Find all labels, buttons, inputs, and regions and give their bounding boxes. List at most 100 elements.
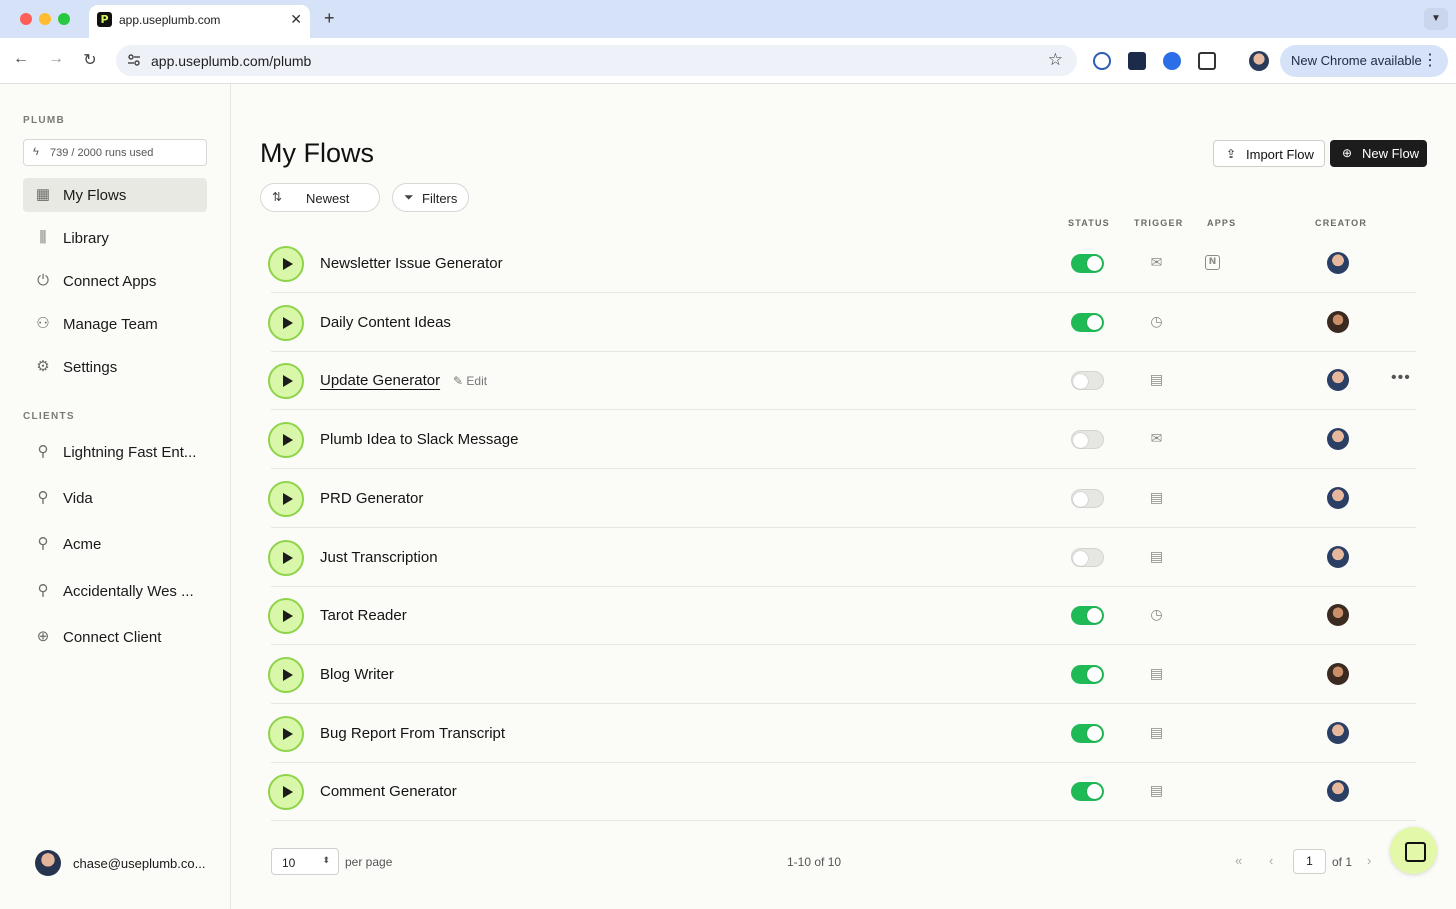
gear-icon: ⚙	[36, 358, 50, 375]
play-flow-button[interactable]	[268, 539, 304, 576]
play-flow-button[interactable]	[268, 422, 304, 459]
table-row[interactable]: PRD Generator ▤	[268, 469, 1416, 528]
status-toggle[interactable]	[1071, 312, 1104, 332]
table-row[interactable]: Bug Report From Transcript ▤	[268, 704, 1416, 763]
sidebar-item-settings[interactable]: ⚙ Settings	[23, 350, 207, 384]
play-flow-button[interactable]	[268, 715, 304, 752]
email-icon: ✉	[1150, 254, 1163, 270]
extension-icon[interactable]	[1093, 52, 1111, 70]
minimize-window-button[interactable]	[39, 13, 51, 25]
flow-name[interactable]: Daily Content Ideas	[320, 314, 451, 331]
flow-name[interactable]: PRD Generator	[320, 490, 423, 507]
sort-dropdown[interactable]: ⇅ Newest	[260, 183, 380, 212]
close-window-button[interactable]	[20, 13, 32, 25]
sidebar-item-label: Library	[63, 230, 109, 247]
page-number-input[interactable]: 1	[1293, 849, 1326, 874]
chevron-updown-icon: ⬍	[322, 855, 330, 865]
client-label: Vida	[63, 490, 93, 507]
tab-search-chevron-icon[interactable]: ▼	[1424, 8, 1448, 30]
sidebar-item-library[interactable]: ⫼ Library	[23, 221, 207, 255]
next-page-icon[interactable]: ›	[1367, 853, 1371, 868]
clock-icon: ◷	[1150, 312, 1163, 329]
import-flow-button[interactable]: ⇪ Import Flow	[1213, 140, 1325, 167]
user-icon: ⚲	[37, 443, 49, 460]
flow-name[interactable]: Bug Report From Transcript	[320, 725, 505, 742]
status-toggle[interactable]	[1071, 254, 1104, 273]
flow-name[interactable]: Comment Generator	[320, 783, 457, 800]
status-toggle[interactable]	[1071, 430, 1104, 450]
workspace-label: PLUMB	[23, 115, 66, 126]
avatar	[35, 850, 61, 876]
table-row[interactable]: Blog Writer ▤	[268, 645, 1416, 704]
team-icon: ⚇	[36, 315, 50, 332]
extension-check-icon[interactable]	[1163, 52, 1181, 70]
table-row[interactable]: Daily Content Ideas ◷	[268, 293, 1416, 352]
sidebar-item-my-flows[interactable]: ▦ My Flows	[23, 178, 207, 212]
more-options-icon[interactable]: •••	[1391, 369, 1411, 387]
sidebar-client-item[interactable]: ⚲ Accidentally Wes ...	[23, 574, 207, 608]
status-toggle[interactable]	[1071, 371, 1104, 391]
bookmark-star-icon[interactable]: ☆	[1048, 50, 1063, 70]
flow-name[interactable]: Update Generator	[320, 372, 440, 389]
main-content: My Flows ⇪ Import Flow ⊕ New Flow ⇅ Newe…	[231, 84, 1456, 909]
chat-support-button[interactable]	[1390, 827, 1437, 874]
sidebar-item-connect-apps[interactable]: ⏻ Connect Apps	[23, 264, 207, 298]
sidebar-client-item[interactable]: ⚲ Lightning Fast Ent...	[23, 435, 207, 469]
zoom-window-button[interactable]	[58, 13, 70, 25]
profile-avatar[interactable]	[1249, 51, 1269, 71]
status-toggle[interactable]	[1071, 664, 1104, 684]
react-devtools-icon[interactable]	[1128, 52, 1146, 70]
flow-name[interactable]: Tarot Reader	[320, 607, 407, 624]
sidebar-item-label: Manage Team	[63, 316, 158, 333]
status-toggle[interactable]	[1071, 723, 1104, 743]
creator-avatar	[1327, 780, 1349, 803]
flow-name[interactable]: Newsletter Issue Generator	[320, 255, 503, 272]
table-row[interactable]: Tarot Reader ◷	[268, 586, 1416, 646]
play-flow-button[interactable]	[268, 363, 304, 400]
sidebar-item-manage-team[interactable]: ⚇ Manage Team	[23, 307, 207, 341]
browser-tab[interactable]: P app.useplumb.com ✕	[89, 5, 310, 38]
play-flow-button[interactable]	[268, 304, 304, 341]
more-vertical-icon[interactable]: ⋮	[1422, 50, 1438, 70]
table-row[interactable]: Newsletter Issue Generator ✉ N	[268, 234, 1416, 293]
user-icon: ⚲	[37, 582, 49, 599]
flow-name[interactable]: Plumb Idea to Slack Message	[320, 431, 518, 448]
status-toggle[interactable]	[1071, 782, 1104, 802]
connect-client-button[interactable]: ⊕ Connect Client	[23, 620, 207, 654]
play-flow-button[interactable]	[268, 480, 304, 517]
creator-avatar	[1327, 428, 1349, 451]
address-bar[interactable]: app.useplumb.com/plumb ☆	[116, 45, 1077, 76]
play-flow-button[interactable]	[268, 774, 304, 811]
table-row[interactable]: Update Generator ✎ Edit ▤ •••	[268, 351, 1416, 411]
per-page-select[interactable]: 10 ⬍	[271, 848, 339, 875]
play-flow-button[interactable]	[268, 246, 304, 282]
creator-avatar	[1327, 545, 1349, 568]
status-toggle[interactable]	[1071, 547, 1104, 567]
status-toggle[interactable]	[1071, 488, 1104, 508]
edit-flow-link[interactable]: ✎ Edit	[453, 374, 487, 388]
forward-icon[interactable]: →	[46, 50, 66, 68]
new-tab-icon[interactable]: +	[324, 8, 335, 29]
table-row[interactable]: Just Transcription ▤	[268, 528, 1416, 587]
new-flow-button[interactable]: ⊕ New Flow	[1330, 140, 1427, 167]
flow-name[interactable]: Just Transcription	[320, 549, 438, 566]
reload-icon[interactable]: ↻	[80, 50, 100, 70]
table-row[interactable]: Plumb Idea to Slack Message ✉	[268, 410, 1416, 470]
status-toggle[interactable]	[1071, 606, 1104, 626]
flow-name[interactable]: Blog Writer	[320, 666, 394, 683]
table-row[interactable]: Comment Generator ▤	[268, 762, 1416, 822]
back-icon[interactable]: ←	[11, 50, 31, 68]
play-flow-button[interactable]	[268, 656, 304, 693]
site-settings-icon[interactable]	[126, 52, 142, 68]
first-page-icon[interactable]: «	[1235, 853, 1242, 868]
close-tab-icon[interactable]: ✕	[290, 11, 302, 28]
play-flow-button[interactable]	[268, 598, 304, 635]
sidebar-client-item[interactable]: ⚲ Acme	[23, 527, 207, 561]
new-chrome-available-button[interactable]: New Chrome available ⋮	[1280, 45, 1448, 77]
extensions-puzzle-icon[interactable]	[1198, 52, 1216, 70]
sidebar-client-item[interactable]: ⚲ Vida	[23, 481, 207, 515]
previous-page-icon[interactable]: ‹	[1269, 853, 1273, 868]
import-icon: ⇪	[1226, 147, 1237, 161]
clock-icon: ◷	[1150, 606, 1163, 623]
filters-button[interactable]: ⏷ Filters	[392, 183, 469, 212]
